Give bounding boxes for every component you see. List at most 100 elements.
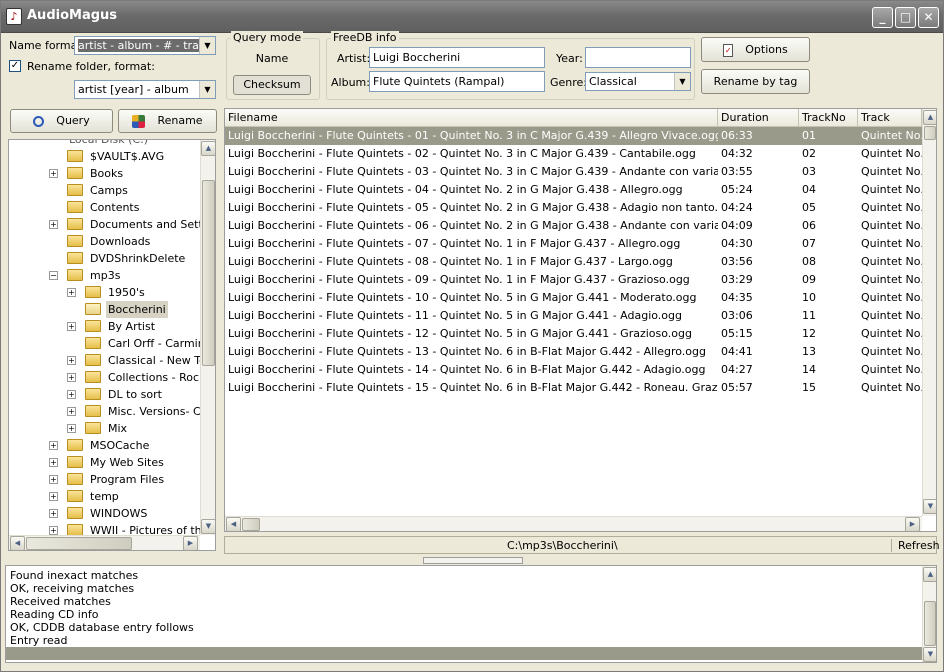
tree-item[interactable]: +1950's [9,284,199,301]
album-field[interactable]: Flute Quintets (Rampal) [369,71,545,92]
tree-item[interactable]: Camps [9,182,199,199]
minimize-button[interactable]: _ [872,7,893,28]
year-field[interactable] [585,47,691,68]
expand-icon[interactable]: + [67,407,76,416]
file-row[interactable]: Luigi Boccherini - Flute Quintets - 07 -… [225,235,922,253]
log-vertical-scrollbar[interactable]: ▲ ▼ [922,566,936,662]
tree-item[interactable]: + MSOCache [9,437,199,454]
name-mode-option[interactable]: Name [233,52,311,70]
tree-item[interactable]: + Documents and Settings [9,216,215,233]
collapse-icon[interactable]: − [49,271,58,280]
expand-icon[interactable]: + [49,475,58,484]
artist-field[interactable]: Luigi Boccherini [369,47,545,68]
column-header-duration[interactable]: Duration [718,109,799,127]
tree-item[interactable]: $VAULT$.AVG [9,148,199,165]
file-list[interactable]: Filename Duration TrackNo Track Luigi Bo… [224,108,937,532]
file-row[interactable]: Luigi Boccherini - Flute Quintets - 06 -… [225,217,922,235]
scroll-down-icon[interactable]: ▼ [201,519,215,534]
rename-button[interactable]: Rename [118,109,217,133]
column-header-trackno[interactable]: TrackNo [799,109,858,127]
list-vertical-scrollbar[interactable]: ▲ ▼ [922,109,936,516]
maximize-button[interactable]: □ [895,7,916,28]
tree-item[interactable]: Contents [9,199,199,216]
file-row[interactable]: Luigi Boccherini - Flute Quintets - 03 -… [225,163,922,181]
tree-item[interactable]: − mp3s [9,267,199,284]
list-horizontal-scrollbar[interactable]: ◀ ▶ [225,516,922,531]
tree-item[interactable]: + Program Files [9,471,199,488]
chevron-down-icon[interactable]: ▼ [674,73,690,90]
scroll-down-icon[interactable]: ▼ [923,499,936,514]
log-scroll-thumb[interactable] [924,601,936,646]
file-row[interactable]: Luigi Boccherini - Flute Quintets - 08 -… [225,253,922,271]
column-header-filename[interactable]: Filename [225,109,718,127]
file-row[interactable]: Luigi Boccherini - Flute Quintets - 02 -… [225,145,922,163]
scroll-up-icon[interactable]: ▲ [201,141,215,156]
scroll-down-icon[interactable]: ▼ [923,647,936,662]
scroll-up-icon[interactable]: ▲ [923,567,936,582]
scroll-right-icon[interactable]: ▶ [905,517,920,531]
scroll-left-icon[interactable]: ◀ [10,536,25,550]
folder-tree[interactable]: Local Disk (C:) $VAULT$.AVG + Books Camps Co… [8,139,216,551]
expand-icon[interactable]: + [67,356,76,365]
expand-icon[interactable]: + [49,458,58,467]
tree-item[interactable]: + Classical - New To Me [9,352,215,369]
expand-icon[interactable]: + [49,492,58,501]
file-row[interactable]: Luigi Boccherini - Flute Quintets - 11 -… [225,307,922,325]
tree-item[interactable]: + WINDOWS [9,505,199,522]
file-row[interactable]: Luigi Boccherini - Flute Quintets - 10 -… [225,289,922,307]
expand-icon[interactable]: + [49,526,58,535]
file-row[interactable]: Luigi Boccherini - Flute Quintets - 05 -… [225,199,922,217]
folder-format-combo[interactable]: artist [year] - album ▼ [74,80,216,99]
expand-icon[interactable]: + [49,441,58,450]
tree-horizontal-scrollbar[interactable]: ◀ ▶ [9,535,200,550]
tree-item[interactable]: + Mix [9,420,199,437]
tree-item[interactable]: Downloads [9,233,199,250]
file-row[interactable]: Luigi Boccherini - Flute Quintets - 14 -… [225,361,922,379]
expand-icon[interactable]: + [67,322,76,331]
expand-icon[interactable]: + [67,390,76,399]
expand-icon[interactable]: + [67,424,76,433]
title-bar[interactable]: ♪ AudioMagus _ □ ✕ [1,1,943,33]
scroll-right-icon[interactable]: ▶ [183,536,198,550]
close-button[interactable]: ✕ [918,7,939,28]
chevron-down-icon[interactable]: ▼ [199,81,215,98]
tree-item[interactable]: + temp [9,488,199,505]
list-scroll-thumb[interactable] [924,126,936,140]
tree-item[interactable]: +Collections - Rock-Pop [9,369,215,386]
options-button[interactable]: ✓ Options [701,37,810,62]
chevron-down-icon[interactable]: ▼ [199,37,215,54]
refresh-button[interactable]: Refresh [891,539,940,552]
tree-item[interactable]: Boccherini [9,301,199,318]
tree-item[interactable]: + My Web Sites [9,454,199,471]
file-row[interactable]: Luigi Boccherini - Flute Quintets - 09 -… [225,271,922,289]
expand-icon[interactable]: + [49,220,58,229]
splitter-handle[interactable] [423,557,523,564]
file-row[interactable]: Luigi Boccherini - Flute Quintets - 01 -… [225,127,922,145]
checksum-mode-button[interactable]: Checksum [233,75,311,95]
tree-hscroll-thumb[interactable] [26,537,132,550]
tree-item[interactable]: Carl Orff - Carmina Burana [9,335,215,352]
rename-folder-checkbox[interactable]: ✓ [9,60,21,72]
rename-by-tag-button[interactable]: Rename by tag [701,69,810,94]
genre-combo[interactable]: Classical ▼ [585,72,691,91]
tree-item[interactable]: + DL to sort [9,386,199,403]
tree-item[interactable]: DVDShrinkDelete [9,250,199,267]
list-hscroll-thumb[interactable] [242,518,260,531]
tree-item[interactable]: + Books [9,165,199,182]
expand-icon[interactable]: + [67,288,76,297]
tree-item[interactable]: + By Artist [9,318,199,335]
tree-scroll-thumb[interactable] [202,180,215,366]
query-button[interactable]: Query [10,109,113,133]
tree-vertical-scrollbar[interactable]: ▲ ▼ [200,140,215,535]
file-row[interactable]: Luigi Boccherini - Flute Quintets - 15 -… [225,379,922,397]
scroll-left-icon[interactable]: ◀ [226,517,241,531]
scroll-up-icon[interactable]: ▲ [923,110,936,125]
expand-icon[interactable]: + [49,169,58,178]
expand-icon[interactable]: + [67,373,76,382]
name-format-combo[interactable]: artist - album - # - track ▼ [74,36,216,55]
file-row[interactable]: Luigi Boccherini - Flute Quintets - 13 -… [225,343,922,361]
column-header-track[interactable]: Track [858,109,922,127]
file-row[interactable]: Luigi Boccherini - Flute Quintets - 12 -… [225,325,922,343]
file-row[interactable]: Luigi Boccherini - Flute Quintets - 04 -… [225,181,922,199]
tree-item[interactable]: +Misc. Versions- Collection [9,403,215,420]
